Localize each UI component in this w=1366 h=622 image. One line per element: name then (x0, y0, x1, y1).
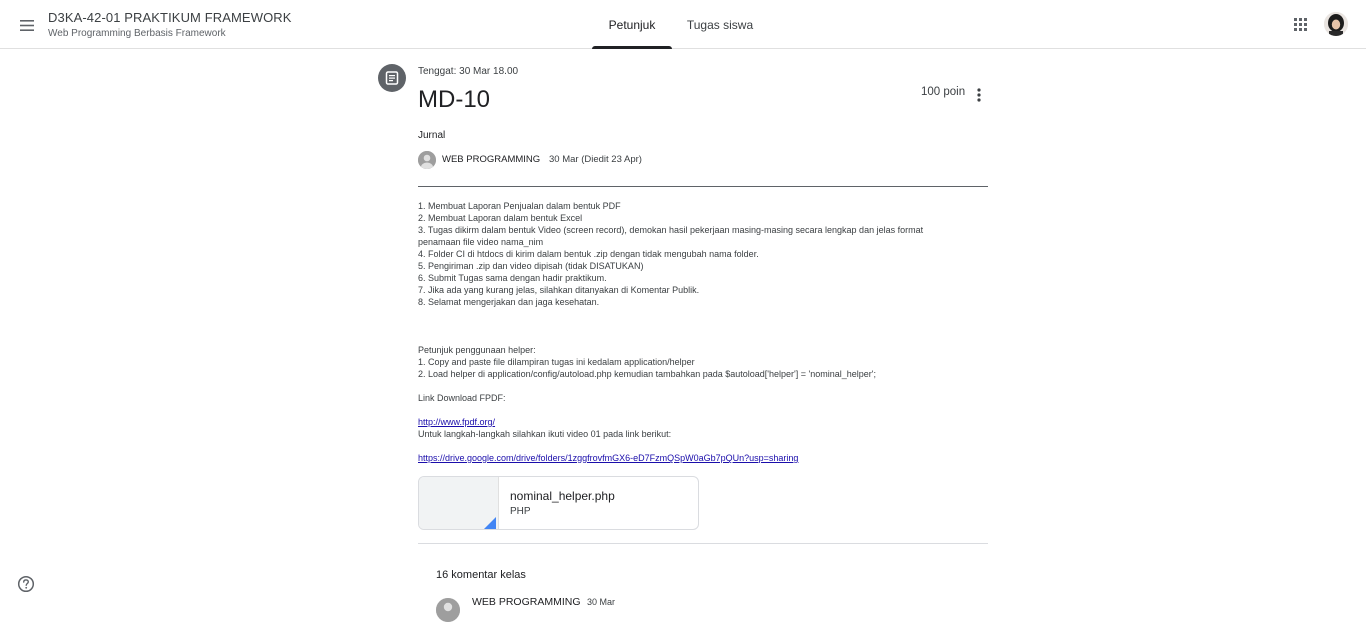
comment-author-avatar (436, 598, 460, 622)
due-date: Tenggat: 30 Mar 18.00 (418, 66, 519, 77)
author-avatar (418, 151, 436, 169)
class-subtitle: Web Programming Berbasis Framework (48, 28, 226, 39)
user-avatar[interactable] (1324, 12, 1348, 36)
assignment-title: MD-10 (418, 86, 491, 113)
instruction-item: 2. Membuat Laporan dalam bentuk Excel (418, 213, 583, 223)
author-name: WEB PROGRAMMING (442, 154, 541, 165)
file-thumbnail (419, 477, 499, 529)
comment-author-name: WEB PROGRAMMING (472, 596, 581, 608)
posted-date: 30 Mar (Diedit 23 Apr) (549, 154, 642, 165)
video-label: Untuk langkah-langkah silahkan ikuti vid… (418, 429, 672, 439)
points-label: 100 poin (921, 86, 966, 98)
instruction-item: 3. Tugas dikirm dalam bentuk Video (scre… (418, 225, 924, 247)
helper-heading: Petunjuk penggunaan helper: (418, 345, 536, 355)
instruction-item: 5. Pengiriman .zip dan video dipisah (ti… (418, 261, 644, 271)
apps-grid-icon[interactable] (1288, 12, 1312, 36)
helper-step: 2. Load helper di application/config/aut… (418, 369, 876, 379)
class-title[interactable]: D3KA-42-01 PRAKTIKUM FRAMEWORK (48, 10, 292, 25)
topic-label: Jurnal (418, 130, 446, 141)
fpdf-label: Link Download FPDF: (418, 393, 506, 403)
assignment-icon (378, 64, 406, 92)
class-comments-count[interactable]: 16 komentar kelas (436, 569, 526, 581)
more-options-icon[interactable] (970, 86, 988, 104)
file-corner-icon (484, 517, 496, 529)
comments-divider (418, 543, 988, 544)
instruction-item: 1. Membuat Laporan Penjualan dalam bentu… (418, 201, 621, 211)
instruction-item: 4. Folder CI di htdocs di kirim dalam be… (418, 249, 759, 259)
instruction-item: 7. Jika ada yang kurang jelas, silahkan … (418, 285, 700, 295)
comment-date: 30 Mar (587, 597, 616, 607)
tab-tugas-siswa[interactable]: Tugas siswa (680, 0, 760, 49)
top-app-bar: D3KA-42-01 PRAKTIKUM FRAMEWORK Web Progr… (0, 0, 1366, 49)
video-drive-link[interactable]: https://drive.google.com/drive/folders/1… (418, 453, 798, 463)
tab-petunjuk[interactable]: Petunjuk (592, 0, 672, 49)
instruction-item: 8. Selamat mengerjakan dan jaga kesehata… (418, 297, 600, 307)
hamburger-menu-icon[interactable] (14, 12, 40, 38)
fpdf-link[interactable]: http://www.fpdf.org/ (418, 417, 495, 427)
assignment-description: 1. Membuat Laporan Penjualan dalam bentu… (418, 200, 963, 464)
header-divider (418, 186, 988, 187)
instruction-item: 6. Submit Tugas sama dengan hadir prakti… (418, 273, 607, 283)
help-icon[interactable] (17, 575, 35, 593)
attachment-type: PHP (510, 506, 531, 517)
attachment-card[interactable]: nominal_helper.php PHP (418, 476, 699, 530)
helper-step: 1. Copy and paste file dilampiran tugas … (418, 357, 695, 367)
attachment-name: nominal_helper.php (510, 489, 615, 503)
